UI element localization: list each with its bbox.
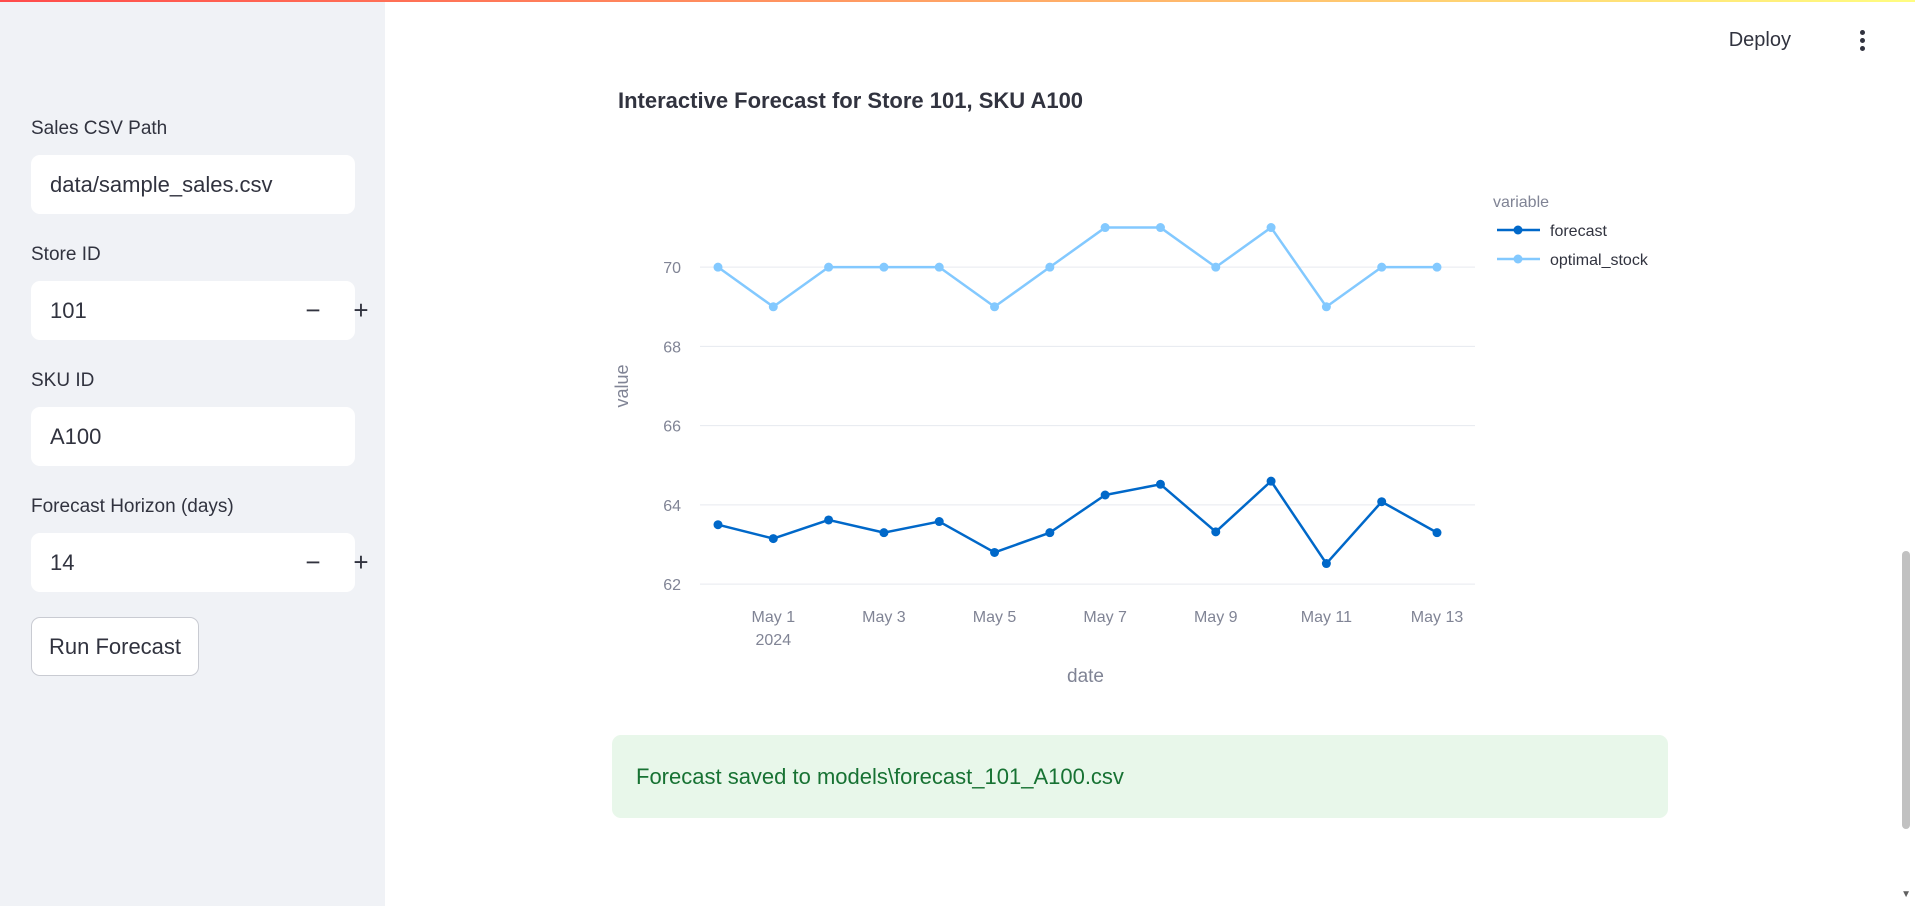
data-point-optimal_stock — [934, 262, 944, 272]
scrollbar[interactable]: ▼ — [1897, 0, 1915, 906]
data-point-forecast — [1432, 528, 1442, 538]
data-point-optimal_stock — [1321, 302, 1331, 312]
y-axis-label: value — [612, 365, 632, 408]
data-point-forecast — [1211, 527, 1221, 537]
top-accent-bar — [0, 0, 1915, 2]
data-point-forecast — [990, 547, 1000, 557]
data-point-forecast — [1377, 497, 1387, 507]
data-point-optimal_stock — [1266, 223, 1276, 233]
y-tick-label: 64 — [663, 498, 681, 515]
success-message: Forecast saved to models\forecast_101_A1… — [636, 763, 1124, 789]
data-point-forecast — [1266, 476, 1276, 486]
horizon-increment-button[interactable]: + — [337, 533, 385, 592]
horizon-value[interactable]: 14 — [50, 550, 74, 576]
y-tick-label: 66 — [663, 419, 681, 436]
horizon-decrement-button[interactable]: − — [289, 533, 337, 592]
x-tick-label: May 11 — [1301, 609, 1352, 626]
y-axis-ticks: 62 64 66 68 70 — [663, 260, 681, 594]
data-point-optimal_stock — [1100, 223, 1110, 233]
y-tick-label: 68 — [663, 339, 681, 356]
legend-item-label: optimal_stock — [1550, 252, 1649, 269]
csv-path-value[interactable]: data/sample_sales.csv — [50, 172, 273, 198]
kebab-dot — [1859, 46, 1865, 51]
chart-gridlines — [700, 266, 1475, 585]
data-point-forecast — [1100, 490, 1110, 500]
data-point-forecast — [713, 520, 723, 530]
csv-path-input[interactable]: data/sample_sales.csv — [31, 155, 355, 214]
data-point-forecast — [824, 515, 834, 525]
data-point-forecast — [934, 517, 944, 527]
kebab-menu-icon[interactable] — [1855, 30, 1869, 56]
forecast-chart: 62 64 66 68 70 May 1 2024 May 3 May 5 May 7 May 9… — [612, 194, 1649, 687]
data-point-optimal_stock — [768, 302, 778, 312]
legend-title: variable — [1493, 194, 1549, 211]
x-tick-label: May 7 — [1083, 609, 1127, 626]
y-tick-label: 62 — [663, 577, 681, 594]
scrollbar-thumb[interactable] — [1902, 551, 1910, 829]
csv-path-label: Sales CSV Path — [31, 118, 168, 139]
sidebar: Sales CSV Path data/sample_sales.csv Sto… — [0, 0, 385, 906]
y-tick-label: 70 — [663, 260, 681, 277]
data-point-forecast — [1155, 479, 1165, 489]
x-tick-label: May 1 — [752, 609, 796, 626]
data-point-optimal_stock — [1155, 223, 1165, 233]
legend-item-label: forecast — [1550, 223, 1607, 240]
x-tick-label: May 5 — [973, 609, 1017, 626]
legend-swatch-marker — [1513, 254, 1523, 264]
store-id-increment-button[interactable]: + — [337, 281, 385, 340]
legend-swatch-marker — [1513, 225, 1523, 235]
sku-id-label: SKU ID — [31, 370, 95, 391]
data-point-optimal_stock — [990, 302, 1000, 312]
data-point-forecast — [879, 528, 889, 538]
data-point-forecast — [1045, 528, 1055, 538]
chart-series — [713, 223, 1442, 569]
x-axis-label: date — [1067, 666, 1104, 687]
store-id-stepper[interactable]: 101 − + — [31, 281, 369, 340]
app-window: Sales CSV Path data/sample_sales.csv Sto… — [0, 0, 1915, 906]
success-alert: Forecast saved to models\forecast_101_A1… — [612, 735, 1668, 818]
store-id-value[interactable]: 101 — [50, 298, 87, 324]
data-point-optimal_stock — [1045, 262, 1055, 272]
data-point-forecast — [1321, 559, 1331, 569]
run-forecast-button[interactable]: Run Forecast — [31, 617, 199, 676]
sku-id-value[interactable]: A100 — [50, 424, 101, 450]
chart-legend[interactable]: variable forecast optimal_stock — [1493, 194, 1649, 269]
x-tick-label: May 9 — [1194, 609, 1238, 626]
data-point-optimal_stock — [1211, 262, 1221, 272]
data-point-optimal_stock — [1377, 262, 1387, 272]
kebab-dot — [1859, 38, 1865, 43]
x-tick-label: May 13 — [1411, 609, 1464, 626]
x-axis-ticks: May 1 2024 May 3 May 5 May 7 May 9 May 11 May 1… — [752, 609, 1464, 649]
data-point-optimal_stock — [1432, 262, 1442, 272]
x-tick-label: May 3 — [862, 609, 906, 626]
store-id-label: Store ID — [31, 244, 101, 265]
chart-title: Interactive Forecast for Store 101, SKU … — [618, 88, 1084, 113]
store-id-decrement-button[interactable]: − — [289, 281, 337, 340]
x-tick-sublabel: 2024 — [756, 632, 792, 649]
data-point-optimal_stock — [879, 262, 889, 272]
kebab-dot — [1859, 30, 1865, 35]
horizon-label: Forecast Horizon (days) — [31, 496, 234, 517]
deploy-button[interactable]: Deploy — [1729, 29, 1791, 52]
scroll-down-arrow-icon[interactable]: ▼ — [1901, 889, 1911, 900]
sku-id-input[interactable]: A100 — [31, 407, 355, 466]
data-point-optimal_stock — [713, 262, 723, 272]
data-point-optimal_stock — [824, 262, 834, 272]
data-point-forecast — [768, 534, 778, 544]
horizon-stepper[interactable]: 14 − + — [31, 533, 369, 592]
